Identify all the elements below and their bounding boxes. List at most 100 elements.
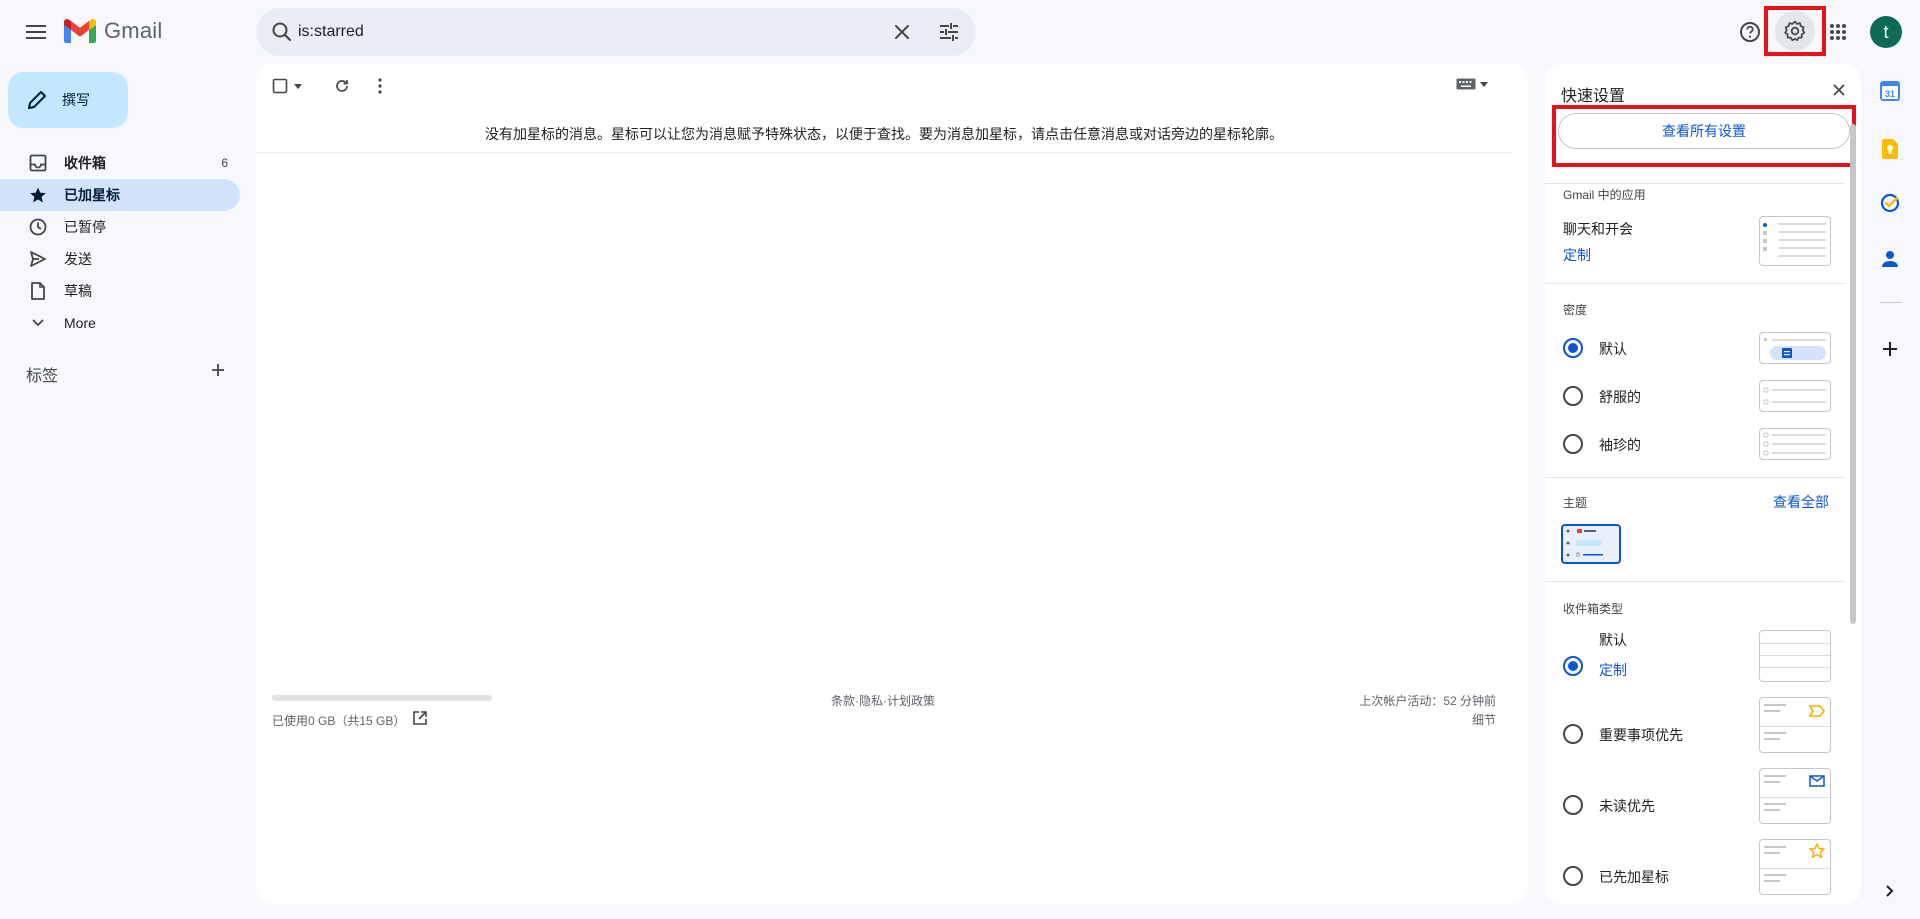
search-options-icon[interactable]	[937, 20, 961, 44]
current-theme-thumbnail[interactable]	[1561, 524, 1621, 564]
apps-heading: Gmail 中的应用	[1563, 188, 1646, 202]
inbox-default-radio[interactable]	[1563, 656, 1583, 676]
show-side-panel-button[interactable]	[1877, 878, 1903, 904]
density-comfortable-thumbnail	[1759, 380, 1831, 412]
sidebar-item-inbox[interactable]: 收件箱 6	[0, 147, 240, 179]
inbox-important-first-label: 重要事项优先	[1599, 727, 1683, 743]
sidebar-item-label: 发送	[64, 251, 92, 267]
see-all-settings-button[interactable]: 查看所有设置	[1558, 113, 1850, 149]
calendar-icon: 31	[1880, 81, 1900, 101]
section-divider	[1545, 581, 1845, 582]
search-input[interactable]	[298, 18, 878, 46]
inbox-unread-first-thumbnail	[1759, 768, 1831, 824]
apps-grid-icon	[1830, 24, 1846, 40]
density-heading: 密度	[1563, 303, 1588, 317]
theme-view-all-link[interactable]: 查看全部	[1773, 492, 1829, 512]
keep-icon	[1882, 139, 1898, 159]
checkbox-icon	[272, 78, 288, 94]
select-checkbox-dropdown[interactable]	[272, 78, 302, 94]
star-icon	[28, 185, 48, 205]
sidebar-item-label: 收件箱	[64, 155, 106, 171]
calendar-app-button[interactable]: 31	[1877, 78, 1903, 104]
apps-layout-thumbnail	[1759, 216, 1831, 266]
main-menu-button[interactable]	[20, 18, 52, 46]
inbox-unread-first-radio[interactable]	[1563, 795, 1583, 815]
more-actions-button[interactable]	[378, 78, 382, 94]
storage-usage-bar	[272, 695, 492, 701]
help-button[interactable]	[1734, 16, 1766, 48]
sidebar-item-label: 已加星标	[64, 187, 120, 203]
apps-customize-link[interactable]: 定制	[1563, 245, 1591, 265]
close-icon	[1833, 84, 1845, 96]
details-link[interactable]: 细节	[1359, 711, 1496, 730]
sidebar-item-snoozed[interactable]: 已暂停	[0, 211, 240, 243]
gear-icon	[1784, 20, 1806, 42]
labels-heading: 标签	[26, 368, 59, 385]
sidebar-item-more[interactable]: More	[0, 307, 240, 339]
compose-button[interactable]: 撰写	[8, 72, 128, 128]
density-default-radio[interactable]	[1563, 338, 1583, 358]
theme-heading: 主题	[1563, 496, 1588, 510]
refresh-icon	[336, 80, 348, 92]
google-apps-button[interactable]	[1822, 16, 1854, 48]
chevron-right-icon	[1886, 885, 1894, 897]
search-icon[interactable]	[270, 20, 294, 44]
unread-count: 6	[221, 156, 228, 170]
refresh-button[interactable]	[334, 78, 350, 94]
settings-button[interactable]	[1775, 11, 1815, 51]
chat-meet-label: 聊天和开会	[1563, 221, 1633, 237]
divider	[256, 152, 1512, 153]
inbox-important-first-thumbnail	[1759, 697, 1831, 753]
storage-usage-text: 已使用0 GB（共15 GB）	[272, 714, 406, 728]
scrollbar[interactable]	[1850, 124, 1856, 624]
manage-storage-link[interactable]	[412, 710, 428, 726]
inbox-type-heading: 收件箱类型	[1563, 602, 1624, 616]
section-divider	[1545, 183, 1845, 184]
create-label-button[interactable]	[210, 362, 226, 378]
gmail-logo[interactable]: Gmail	[64, 18, 162, 44]
tasks-app-button[interactable]	[1877, 190, 1903, 216]
avatar[interactable]: t	[1870, 16, 1902, 48]
density-comfortable-radio[interactable]	[1563, 386, 1583, 406]
inbox-important-first-radio[interactable]	[1563, 724, 1583, 744]
density-comfortable-label: 舒服的	[1599, 389, 1641, 405]
inbox-default-thumbnail	[1759, 630, 1831, 682]
inbox-default-label: 默认	[1599, 632, 1627, 648]
keep-app-button[interactable]	[1877, 136, 1903, 162]
plus-icon	[1883, 342, 1897, 356]
density-compact-radio[interactable]	[1563, 434, 1583, 454]
inbox-icon	[28, 153, 48, 173]
empty-starred-message: 没有加星标的消息。星标可以让您为消息赋予特殊状态，以便于查找。要为消息加星标，请…	[485, 127, 1283, 143]
quick-settings-panel: 快速设置 查看所有设置 Gmail 中的应用 聊天和开会 定制 密度 默认 舒服…	[1545, 64, 1861, 904]
contacts-app-button[interactable]	[1877, 246, 1903, 272]
clear-search-icon[interactable]	[890, 20, 914, 44]
caret-down-icon	[294, 83, 302, 89]
gmail-logo-text: Gmail	[104, 18, 163, 43]
sidebar-item-starred[interactable]: 已加星标	[0, 179, 240, 211]
rail-divider	[1880, 302, 1902, 303]
input-tools-button[interactable]	[1456, 78, 1488, 90]
terms-privacy-links[interactable]: 条款·隐私·计划政策	[831, 692, 935, 709]
density-default-label: 默认	[1599, 341, 1627, 357]
last-activity: 上次帐户活动：52 分钟前 细节	[1359, 692, 1496, 730]
tasks-icon	[1880, 193, 1900, 213]
sidebar-item-label: 草稿	[64, 283, 92, 299]
help-icon	[1740, 22, 1760, 42]
send-icon	[28, 249, 48, 269]
message-list-panel: 没有加星标的消息。星标可以让您为消息赋予特殊状态，以便于查找。要为消息加星标，请…	[256, 64, 1528, 904]
sidebar-item-drafts[interactable]: 草稿	[0, 275, 240, 307]
caret-down-icon	[1480, 81, 1488, 87]
get-addons-button[interactable]	[1877, 336, 1903, 362]
section-divider	[1545, 283, 1845, 284]
keyboard-icon	[1456, 78, 1476, 90]
more-vertical-icon	[378, 78, 382, 94]
sidebar-item-sent[interactable]: 发送	[0, 243, 240, 275]
inbox-customize-link[interactable]: 定制	[1599, 660, 1627, 680]
inbox-starred-first-radio[interactable]	[1563, 866, 1583, 886]
last-activity-text: 上次帐户活动：52 分钟前	[1359, 694, 1496, 708]
density-compact-thumbnail	[1759, 428, 1831, 460]
pencil-icon	[28, 91, 46, 109]
close-quick-settings-button[interactable]	[1831, 82, 1847, 98]
sidebar-item-label: 已暂停	[64, 219, 106, 235]
clock-icon	[28, 217, 48, 237]
